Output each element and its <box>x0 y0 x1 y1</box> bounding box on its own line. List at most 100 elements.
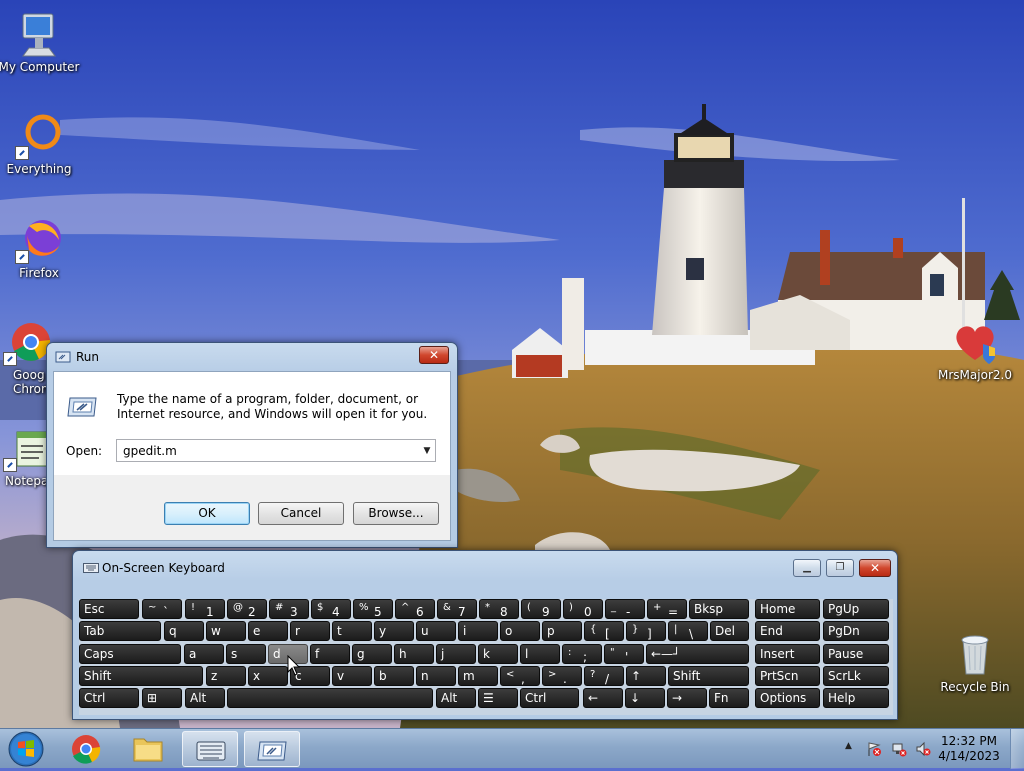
key-'[interactable]: " ' <box>604 644 644 664</box>
desktop-icon-my-computer[interactable]: My Computer <box>0 10 81 74</box>
volume-muted-icon[interactable] <box>915 741 931 757</box>
key-esc[interactable]: Esc <box>79 599 139 619</box>
desktop-icon-recycle-bin[interactable]: Recycle Bin <box>933 630 1017 694</box>
osk-titlebar[interactable]: On-Screen Keyboard ▁ ❐ ✕ <box>73 551 897 587</box>
key-fn[interactable]: Fn <box>709 688 749 708</box>
key-6[interactable]: ^ 6 <box>395 599 435 619</box>
key-shift[interactable]: Shift <box>668 666 749 686</box>
key-v[interactable]: v <box>332 666 372 686</box>
key-q[interactable]: q <box>164 621 204 641</box>
key-n[interactable]: n <box>416 666 456 686</box>
key-l[interactable]: l <box>520 644 560 664</box>
desktop-icon-firefox[interactable]: Firefox <box>0 216 81 280</box>
key-5[interactable]: % 5 <box>353 599 393 619</box>
key-⊞[interactable]: ⊞ <box>142 688 182 708</box>
ok-button[interactable]: OK <box>164 502 250 525</box>
key-`[interactable]: ~ ` <box>142 599 182 619</box>
desktop-icon-everything[interactable]: Everything <box>0 112 81 176</box>
key-][interactable]: }] <box>626 621 666 641</box>
key-e[interactable]: e <box>248 621 288 641</box>
key-caps[interactable]: Caps <box>79 644 181 664</box>
key-y[interactable]: y <box>374 621 414 641</box>
key-→[interactable]: → <box>667 688 707 708</box>
key-h[interactable]: h <box>394 644 434 664</box>
taskbar-clock[interactable]: 12:32 PM 4/14/2023 <box>934 734 1004 764</box>
key-k[interactable]: k <box>478 644 518 664</box>
key-0[interactable]: ) 0 <box>563 599 603 619</box>
show-desktop-button[interactable] <box>1010 729 1024 769</box>
key-↓[interactable]: ↓ <box>625 688 665 708</box>
key-r[interactable]: r <box>290 621 330 641</box>
taskbar-on-screen-keyboard[interactable] <box>182 731 238 767</box>
key-8[interactable]: * 8 <box>479 599 519 619</box>
key-pgdn[interactable]: PgDn <box>823 621 889 641</box>
key-1[interactable]: ! 1 <box>185 599 225 619</box>
key-prtscn[interactable]: PrtScn <box>755 666 820 686</box>
cancel-button[interactable]: Cancel <box>258 502 344 525</box>
key-f[interactable]: f <box>310 644 350 664</box>
key-pgup[interactable]: PgUp <box>823 599 889 619</box>
key-u[interactable]: u <box>416 621 456 641</box>
taskbar-chrome[interactable] <box>58 731 114 767</box>
key-tab[interactable]: Tab <box>79 621 161 641</box>
key-;[interactable]: :; <box>562 644 602 664</box>
key-o[interactable]: o <box>500 621 540 641</box>
key-insert[interactable]: Insert <box>755 644 820 664</box>
key-t[interactable]: t <box>332 621 372 641</box>
minimize-button[interactable]: ▁ <box>793 559 821 577</box>
key-home[interactable]: Home <box>755 599 820 619</box>
maximize-button[interactable]: ❐ <box>826 559 854 577</box>
key-w[interactable]: w <box>206 621 246 641</box>
browse-button[interactable]: Browse... <box>353 502 439 525</box>
open-combobox-input[interactable] <box>116 439 436 462</box>
key-☰[interactable]: ☰ <box>478 688 518 708</box>
key-i[interactable]: i <box>458 621 498 641</box>
key-/[interactable]: ? / <box>584 666 624 686</box>
key-x[interactable]: x <box>248 666 288 686</box>
key-space[interactable] <box>227 688 433 708</box>
key-alt[interactable]: Alt <box>436 688 476 708</box>
key-7[interactable]: & 7 <box>437 599 477 619</box>
key-bksp[interactable]: Bksp <box>689 599 749 619</box>
key-p[interactable]: p <box>542 621 582 641</box>
network-icon[interactable] <box>891 741 907 757</box>
key-z[interactable]: z <box>206 666 246 686</box>
run-titlebar[interactable]: Run ✕ <box>47 343 457 371</box>
key-9[interactable]: (9 <box>521 599 561 619</box>
key-alt[interactable]: Alt <box>185 688 225 708</box>
key-.[interactable]: >. <box>542 666 582 686</box>
taskbar-run[interactable] <box>244 731 300 767</box>
chevron-down-icon[interactable]: ▼ <box>420 443 434 459</box>
start-button[interactable] <box>6 730 46 768</box>
key-\[interactable]: | \ <box>668 621 708 641</box>
key-s[interactable]: s <box>226 644 266 664</box>
tray-expand-icon[interactable]: ▲ <box>845 741 852 751</box>
key-ctrl[interactable]: Ctrl <box>520 688 579 708</box>
key-4[interactable]: $4 <box>311 599 351 619</box>
key-ctrl[interactable]: Ctrl <box>79 688 139 708</box>
key-b[interactable]: b <box>374 666 414 686</box>
key-2[interactable]: @2 <box>227 599 267 619</box>
key-=[interactable]: + = <box>647 599 687 619</box>
key-del[interactable]: Del <box>710 621 749 641</box>
key-shift[interactable]: Shift <box>79 666 203 686</box>
key-↑[interactable]: ↑ <box>626 666 666 686</box>
action-center-flag-icon[interactable] <box>866 741 882 757</box>
key-←[interactable]: ← <box>583 688 623 708</box>
taskbar-file-explorer[interactable] <box>120 731 176 767</box>
run-close-button[interactable]: ✕ <box>419 346 449 364</box>
key-[[interactable]: {[ <box>584 621 624 641</box>
on-screen-keyboard[interactable]: On-Screen Keyboard ▁ ❐ ✕ Esc ~ `! 1 @2 #3 $4% 5… <box>72 550 898 720</box>
key-g[interactable]: g <box>352 644 392 664</box>
key-j[interactable]: j <box>436 644 476 664</box>
key-scrlk[interactable]: ScrLk <box>823 666 889 686</box>
key-3[interactable]: #3 <box>269 599 309 619</box>
osk-close-button[interactable]: ✕ <box>859 559 891 577</box>
key--[interactable]: _ - <box>605 599 645 619</box>
key-end[interactable]: End <box>755 621 820 641</box>
key-←—┘[interactable]: ←—┘ <box>646 644 749 664</box>
key-m[interactable]: m <box>458 666 498 686</box>
key-a[interactable]: a <box>184 644 224 664</box>
key-help[interactable]: Help <box>823 688 889 708</box>
key-pause[interactable]: Pause <box>823 644 889 664</box>
